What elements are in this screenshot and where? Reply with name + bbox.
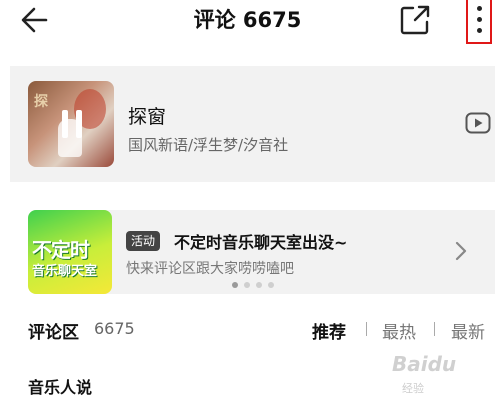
carousel-dot [268, 282, 274, 288]
more-vertical-icon[interactable] [466, 0, 492, 44]
baidu-watermark: Baidu 经验 [388, 352, 488, 398]
comments-count: 6675 [94, 319, 135, 338]
cover-text: 探 [34, 94, 48, 110]
banner-image: 不定时 音乐聊天室 [28, 210, 112, 294]
sort-newest[interactable]: 最新 [451, 318, 485, 343]
sort-hottest[interactable]: 最热 [382, 318, 416, 343]
comments-label: 评论区 [28, 323, 79, 343]
banner-image-line2: 音乐聊天室 [32, 264, 98, 279]
watermark-text: Baidu [392, 352, 457, 376]
sort-recommended[interactable]: 推荐 [312, 318, 346, 343]
video-play-icon[interactable] [465, 112, 491, 134]
sort-divider [434, 322, 435, 336]
chevron-right-icon[interactable] [454, 240, 468, 262]
song-title: 探窗 [128, 106, 167, 128]
banner-subtitle: 快来评论区跟大家唠唠嗑吧 [126, 261, 294, 277]
share-icon[interactable] [398, 3, 432, 37]
section-title: 音乐人说 [28, 378, 93, 397]
song-artist: 国风新语/浮生梦/汐音社 [128, 136, 289, 154]
carousel-dot [232, 282, 238, 288]
banner-title: 不定时音乐聊天室出没~ [174, 233, 348, 252]
album-cover[interactable]: 探 [28, 81, 114, 167]
carousel-dot [244, 282, 250, 288]
song-card[interactable]: 探 探窗 国风新语/浮生梦/汐音社 [10, 66, 495, 182]
carousel-dot [256, 282, 262, 288]
pause-icon[interactable] [62, 110, 82, 138]
activity-banner[interactable]: 不定时 音乐聊天室 活动 不定时音乐聊天室出没~ 快来评论区跟大家唠唠嗑吧 [28, 210, 495, 294]
sort-divider [366, 322, 367, 336]
top-bar: 评论 6675 [0, 0, 495, 44]
activity-badge: 活动 [126, 231, 161, 251]
banner-image-line1: 不定时 [32, 238, 90, 262]
watermark-sub: 经验 [402, 382, 424, 395]
